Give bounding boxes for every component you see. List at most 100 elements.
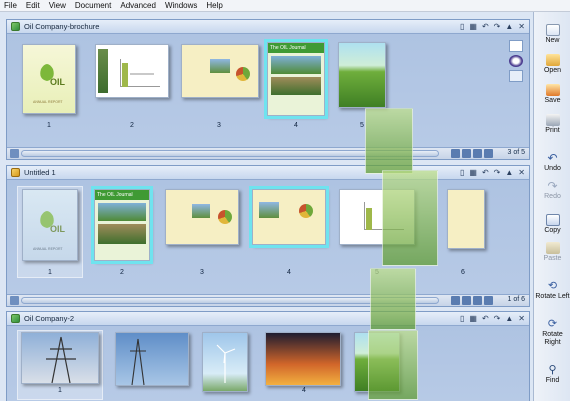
next-page-icon[interactable]	[473, 149, 482, 158]
annual-report-text: ANNUAL REPORT	[33, 247, 63, 251]
find-button[interactable]: ⚲ Find	[534, 364, 570, 385]
horizontal-scrollbar[interactable]: 1 of 6	[7, 294, 529, 306]
scroll-left-icon[interactable]	[10, 296, 19, 305]
close-icon[interactable]: ✕	[518, 21, 525, 33]
find-icon: ⚲	[548, 364, 557, 376]
rotate-right-small-icon[interactable]: ↷	[494, 313, 501, 325]
photo-refinery-sunset[interactable]	[265, 332, 341, 386]
thumbnail-canvas[interactable]: 1 4	[7, 326, 529, 401]
previous-page-icon[interactable]	[462, 296, 471, 305]
undo-icon: ↶	[547, 151, 558, 165]
document-title: Untitled 1	[24, 168, 56, 177]
oil-logo-text: OIL	[50, 77, 66, 87]
page-navigation	[451, 296, 493, 305]
menu-advanced[interactable]: Advanced	[120, 1, 156, 10]
menu-edit[interactable]: Edit	[26, 1, 40, 10]
first-page-icon[interactable]	[451, 149, 460, 158]
print-icon	[545, 114, 560, 126]
page-thumbnail-selected[interactable]: The OIL Journal	[94, 189, 150, 261]
page-counter: 3 of 5	[507, 149, 525, 156]
first-page-icon[interactable]	[451, 296, 460, 305]
photo-transmission-tower[interactable]	[21, 332, 99, 384]
redo-button[interactable]: ↷ Redo	[534, 180, 570, 201]
close-icon[interactable]: ✕	[518, 167, 525, 179]
paste-button[interactable]: Paste	[534, 242, 570, 263]
collapse-icon[interactable]: ▲	[505, 313, 513, 325]
details-mode-icon[interactable]	[509, 70, 523, 82]
rotate-right-small-icon[interactable]: ↷	[494, 21, 501, 33]
next-page-icon[interactable]	[473, 296, 482, 305]
color-mode-icon[interactable]	[509, 55, 523, 67]
save-icon	[545, 84, 560, 96]
menu-view[interactable]: View	[49, 1, 66, 10]
page-number: 2	[130, 122, 134, 129]
new-document-icon	[545, 24, 560, 36]
last-page-icon[interactable]	[484, 149, 493, 158]
document-panel-oil-company-2: Oil Company-2 ▯ ▦ ↶ ↷ ▲ ✕ 1 4	[6, 311, 530, 401]
thumbnail-canvas[interactable]: OIL ANNUAL REPORT 1 2 3 The OIL Journal …	[7, 34, 529, 147]
copy-button[interactable]: Copy	[534, 214, 570, 235]
view-single-icon[interactable]: ▯	[460, 167, 464, 179]
view-single-icon[interactable]: ▯	[460, 21, 464, 33]
menu-help[interactable]: Help	[206, 1, 222, 10]
page-number: 6	[461, 269, 465, 276]
page-thumbnail[interactable]	[95, 44, 169, 98]
document-header: Oil Company-brochure ▯ ▦ ↶ ↷ ▲ ✕	[7, 20, 529, 34]
page-counter: 1 of 6	[507, 296, 525, 303]
rotate-left-button[interactable]: ⟲ Rotate Left	[534, 280, 570, 301]
page-thumbnail-selected[interactable]	[252, 189, 326, 245]
rotate-right-icon: ⟳	[547, 318, 558, 330]
journal-masthead: The OIL Journal	[95, 190, 149, 200]
save-button[interactable]: Save	[534, 84, 570, 105]
close-icon[interactable]: ✕	[518, 313, 525, 325]
page-thumbnail[interactable]	[447, 189, 485, 249]
page-thumbnail[interactable]: OIL ANNUAL REPORT	[22, 189, 78, 261]
view-grid-icon[interactable]: ▦	[469, 167, 477, 179]
action-toolbar: New Open Save Print ↶ Undo ↷ Redo Copy P…	[533, 12, 570, 401]
rotate-left-small-icon[interactable]: ↶	[482, 313, 489, 325]
menu-windows[interactable]: Windows	[165, 1, 197, 10]
view-grid-icon[interactable]: ▦	[469, 313, 477, 325]
page-number: 1	[47, 122, 51, 129]
menu-document[interactable]: Document	[75, 1, 111, 10]
page-thumbnail[interactable]: OIL ANNUAL REPORT	[22, 44, 76, 114]
last-page-icon[interactable]	[484, 296, 493, 305]
page-thumbnail-selected[interactable]: The OIL Journal	[267, 42, 325, 116]
rotate-left-small-icon[interactable]: ↶	[482, 21, 489, 33]
print-button[interactable]: Print	[534, 114, 570, 135]
oil-drop-logo: OIL ANNUAL REPORT	[33, 64, 66, 104]
view-mode-buttons	[509, 40, 523, 90]
previous-page-icon[interactable]	[462, 149, 471, 158]
scroll-left-icon[interactable]	[10, 149, 19, 158]
drag-preview-page	[365, 108, 413, 174]
horizontal-scrollbar[interactable]: 3 of 5	[7, 147, 529, 159]
open-folder-icon	[545, 54, 560, 66]
drag-preview-page	[370, 268, 416, 330]
view-single-icon[interactable]: ▯	[460, 313, 464, 325]
journal-masthead: The OIL Journal	[268, 43, 324, 53]
menu-file[interactable]: File	[4, 1, 17, 10]
rotate-left-small-icon[interactable]: ↶	[482, 167, 489, 179]
open-button[interactable]: Open	[534, 54, 570, 75]
page-navigation	[451, 149, 493, 158]
view-grid-icon[interactable]: ▦	[469, 21, 477, 33]
photo-power-lines[interactable]	[115, 332, 189, 386]
undo-button[interactable]: ↶ Undo	[534, 152, 570, 173]
page-number: 4	[294, 122, 298, 129]
rotate-right-button[interactable]: ⟳ Rotate Right	[534, 318, 570, 347]
rotate-right-small-icon[interactable]: ↷	[494, 167, 501, 179]
tower-icon	[46, 336, 76, 384]
menu-bar: File Edit View Document Advanced Windows…	[0, 0, 570, 12]
thumbnail-canvas[interactable]: OIL ANNUAL REPORT 1 The OIL Journal 2 3 …	[7, 180, 529, 294]
collapse-icon[interactable]: ▲	[505, 167, 513, 179]
single-page-mode-icon[interactable]	[509, 40, 523, 52]
document-header: Oil Company-2 ▯ ▦ ↶ ↷ ▲ ✕	[7, 312, 529, 326]
page-thumbnail[interactable]	[181, 44, 259, 98]
page-number: 1	[48, 269, 52, 276]
copy-icon	[545, 214, 560, 226]
page-thumbnail[interactable]	[165, 189, 239, 245]
new-button[interactable]: New	[534, 24, 570, 45]
photo-wind-turbines[interactable]	[202, 332, 248, 392]
page-thumbnail[interactable]	[338, 42, 386, 108]
collapse-icon[interactable]: ▲	[505, 21, 513, 33]
